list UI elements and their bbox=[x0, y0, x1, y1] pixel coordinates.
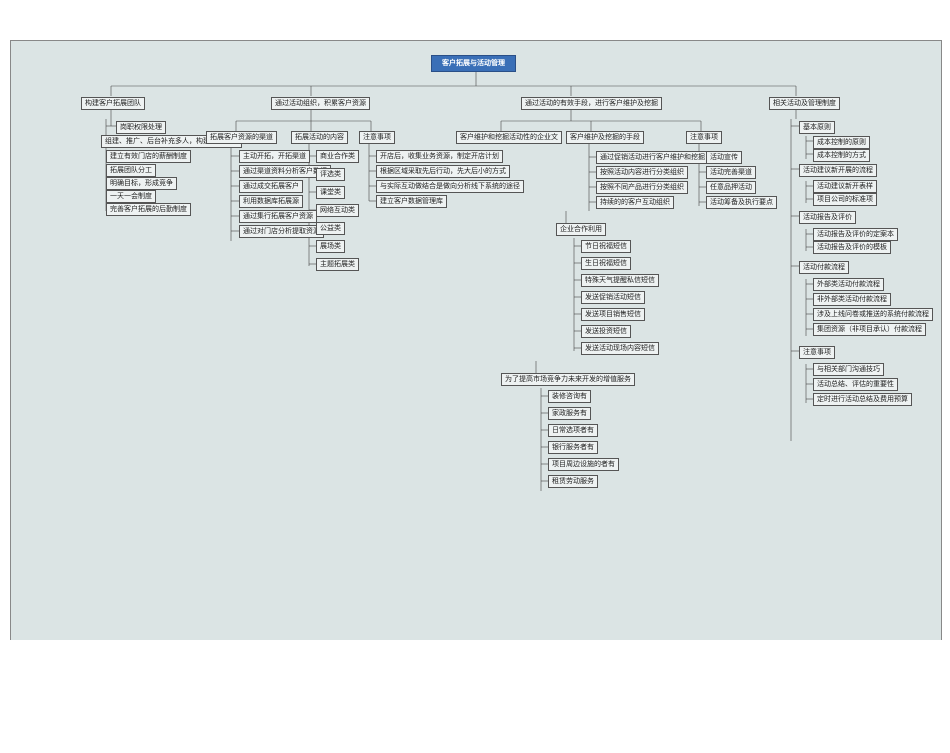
b4-c1-i1[interactable]: 成本控制的原则 bbox=[813, 136, 870, 149]
b3-c5-i3[interactable]: 任意品押活动 bbox=[706, 181, 756, 194]
b1-c3[interactable]: 建立有效门店的薪酬制度 bbox=[106, 150, 191, 163]
b3-c2-title[interactable]: 客户维护及挖掘的手段 bbox=[566, 131, 644, 144]
b4-c5-i1[interactable]: 与相关部门沟通技巧 bbox=[813, 363, 884, 376]
b3-c4-i5[interactable]: 项目周边设施的者有 bbox=[548, 458, 619, 471]
b4-c4-i2[interactable]: 非外部类活动付款流程 bbox=[813, 293, 891, 306]
b2-c3-i3[interactable]: 与实际互动做结合是做向分析线下系统的途径 bbox=[376, 180, 524, 193]
b2-c3-title[interactable]: 注意事项 bbox=[359, 131, 395, 144]
b1-c4[interactable]: 拓展团队分工 bbox=[106, 164, 156, 177]
b4-c1-title[interactable]: 基本原则 bbox=[799, 121, 835, 134]
b3-c3-i1[interactable]: 节日祝福短信 bbox=[581, 240, 631, 253]
b2-c3-i4[interactable]: 建立客户数据管理库 bbox=[376, 195, 447, 208]
b3-c5-i4[interactable]: 活动筹备及执行要点 bbox=[706, 196, 777, 209]
b2-c1-title[interactable]: 拓展客户资源的渠道 bbox=[206, 131, 277, 144]
b2-c1-i5[interactable]: 通过集行拓展客户资源 bbox=[239, 210, 317, 223]
b3-c4-i4[interactable]: 银行服务者有 bbox=[548, 441, 598, 454]
b2-c2-i4[interactable]: 网络互动类 bbox=[316, 204, 359, 217]
b2-c2-i7[interactable]: 主题拓展类 bbox=[316, 258, 359, 271]
b3-c3-i2[interactable]: 生日祝福短信 bbox=[581, 257, 631, 270]
b3-title[interactable]: 通过活动的有效手段，进行客户维护及挖掘 bbox=[521, 97, 662, 110]
b1-c1[interactable]: 岗职权限处理 bbox=[116, 121, 166, 134]
b4-c3-title[interactable]: 活动报告及评价 bbox=[799, 211, 856, 224]
b4-c3-i1[interactable]: 活动报告及评价的定案本 bbox=[813, 228, 898, 241]
b3-c2-i4[interactable]: 持续的的客户互动组织 bbox=[596, 196, 674, 209]
b3-c4-i2[interactable]: 家政服务有 bbox=[548, 407, 591, 420]
b2-c3-i2[interactable]: 根据区域采取先后行动，先大后小的方式 bbox=[376, 165, 510, 178]
b1-c5[interactable]: 明确目标，形成竞争 bbox=[106, 177, 177, 190]
b1-title[interactable]: 构建客户拓展团队 bbox=[81, 97, 145, 110]
root-node[interactable]: 客户拓展与活动管理 bbox=[431, 55, 516, 72]
b2-c1-i4[interactable]: 利用数据库拓展源 bbox=[239, 195, 303, 208]
b1-c6[interactable]: 一天一会制度 bbox=[106, 190, 156, 203]
b2-c2-i3[interactable]: 课堂类 bbox=[316, 186, 345, 199]
b3-c2-i3[interactable]: 按照不同产品进行分类组织 bbox=[596, 181, 688, 194]
b3-c2-i1[interactable]: 通过促销活动进行客户维护和挖掘 bbox=[596, 151, 709, 164]
b1-c7[interactable]: 完善客户拓展的后勤制度 bbox=[106, 203, 191, 216]
b3-c4-i6[interactable]: 租赁劳动服务 bbox=[548, 475, 598, 488]
b2-c2-title[interactable]: 拓展活动的内容 bbox=[291, 131, 348, 144]
b2-c2-i5[interactable]: 公益类 bbox=[316, 222, 345, 235]
b4-title[interactable]: 相关活动及管理制度 bbox=[769, 97, 840, 110]
b2-c2-i1[interactable]: 商业合作类 bbox=[316, 150, 359, 163]
b3-c3-i4[interactable]: 发送促销活动短信 bbox=[581, 291, 645, 304]
b4-c5-title[interactable]: 注意事项 bbox=[799, 346, 835, 359]
b3-c4-title[interactable]: 为了提高市场竞争力未来开发的增值服务 bbox=[501, 373, 635, 386]
b4-c2-i2[interactable]: 项目公司的标准项 bbox=[813, 193, 877, 206]
b3-c1[interactable]: 客户维护和挖掘活动性的企业文 bbox=[456, 131, 562, 144]
b2-c1-i3[interactable]: 通过成交拓展客户 bbox=[239, 180, 303, 193]
b2-c1-i6[interactable]: 通过对门店分析提取资源 bbox=[239, 225, 324, 238]
b3-c5-i2[interactable]: 活动完善渠道 bbox=[706, 166, 756, 179]
b3-c3-i3[interactable]: 特殊天气提醒私信短信 bbox=[581, 274, 659, 287]
b4-c2-i1[interactable]: 活动建议新开表样 bbox=[813, 180, 877, 193]
b3-c5-i1[interactable]: 活动宣传 bbox=[706, 151, 742, 164]
b4-c2-title[interactable]: 活动建议新开展的流程 bbox=[799, 164, 877, 177]
b2-title[interactable]: 通过活动组织，积累客户资源 bbox=[271, 97, 370, 110]
b3-c3-title[interactable]: 企业合作利用 bbox=[556, 223, 606, 236]
b2-c2-i6[interactable]: 展场类 bbox=[316, 240, 345, 253]
b3-c2-i2[interactable]: 按照活动内容进行分类组织 bbox=[596, 166, 688, 179]
b4-c4-i1[interactable]: 外部类活动付款流程 bbox=[813, 278, 884, 291]
b2-c1-i1[interactable]: 主动开拓，开拓渠道 bbox=[239, 150, 310, 163]
b4-c5-i2[interactable]: 活动总结、评估的重要性 bbox=[813, 378, 898, 391]
b4-c4-title[interactable]: 活动付款流程 bbox=[799, 261, 849, 274]
bottom-whitespace bbox=[0, 640, 950, 713]
b4-c4-i4[interactable]: 集团资源（非项目承认）付款流程 bbox=[813, 323, 926, 336]
b3-c5-title[interactable]: 注意事项 bbox=[686, 131, 722, 144]
b2-c2-i2[interactable]: 评选类 bbox=[316, 168, 345, 181]
diagram-canvas: 客户拓展与活动管理 构建客户拓展团队 岗职权限处理 组建、推广、后台补充多人，构… bbox=[10, 40, 942, 642]
b3-c3-i7[interactable]: 发送活动现场内容短信 bbox=[581, 342, 659, 355]
b4-c4-i3[interactable]: 涉及上线问卷或推送的系统付款流程 bbox=[813, 308, 933, 321]
b3-c4-i3[interactable]: 日常选项者有 bbox=[548, 424, 598, 437]
b4-c1-i2[interactable]: 成本控制的方式 bbox=[813, 149, 870, 162]
b4-c5-i3[interactable]: 定时进行活动总结及费用预算 bbox=[813, 393, 912, 406]
b2-c3-i1[interactable]: 开店后，收集业务资源，制定开店计划 bbox=[376, 150, 503, 163]
b4-c3-i2[interactable]: 活动报告及评价的模板 bbox=[813, 241, 891, 254]
b3-c4-i1[interactable]: 装修咨询有 bbox=[548, 390, 591, 403]
b3-c3-i5[interactable]: 发送项目销售短信 bbox=[581, 308, 645, 321]
b3-c3-i6[interactable]: 发送投资短信 bbox=[581, 325, 631, 338]
